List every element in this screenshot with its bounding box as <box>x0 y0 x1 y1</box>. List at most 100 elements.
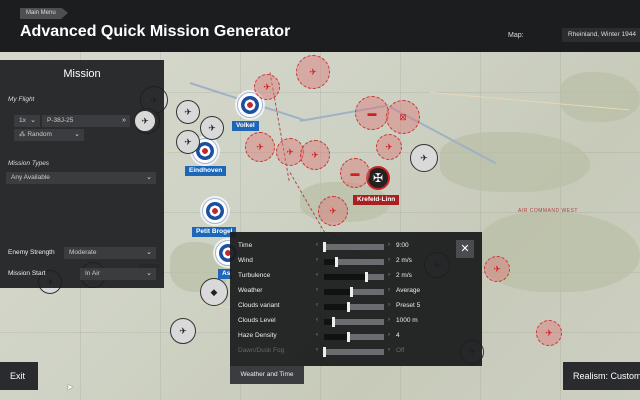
breadcrumb-main-menu[interactable]: Main Menu <box>20 8 68 19</box>
plane-icon: ✈ <box>311 149 319 160</box>
weather-row-value: 4 <box>396 332 400 339</box>
chevron-down-icon: ⌄ <box>146 249 152 256</box>
unit-marker[interactable]: ◆ <box>200 278 228 306</box>
enemy-zone-marker[interactable]: ▬ <box>355 96 389 130</box>
loadout-select[interactable]: ⁂ Random ⌄ <box>14 129 84 141</box>
mission-panel-title: Mission <box>63 68 101 80</box>
chevron-left-icon[interactable]: ‹ <box>316 302 318 308</box>
flight-count-value: 1x <box>19 117 26 124</box>
weather-slider-knob[interactable] <box>335 257 338 267</box>
weather-slider-knob[interactable] <box>347 332 350 342</box>
weather-slider-knob[interactable] <box>323 347 326 357</box>
unit-marker[interactable]: ✈ <box>200 116 224 140</box>
mission-types-value: Any Available <box>11 174 50 181</box>
plane-icon: ✈ <box>208 122 216 133</box>
map-label: Map: <box>508 32 524 39</box>
weather-slider-fill <box>324 289 351 295</box>
weather-slider[interactable] <box>324 287 384 297</box>
plane-group-icon: ✈ <box>263 81 271 92</box>
unit-marker[interactable]: ✈ <box>176 100 200 124</box>
weather-slider[interactable] <box>323 242 384 252</box>
weather-row: Wind ‹ › 2 m/s <box>238 255 474 268</box>
airfield-eindhoven-label[interactable]: Eindhoven <box>185 166 227 176</box>
weather-slider[interactable] <box>324 317 384 327</box>
chevron-down-icon: ⌄ <box>146 270 152 277</box>
header-bar: Main Menu Advanced Quick Mission Generat… <box>0 0 640 52</box>
weather-row-label: Time <box>238 242 253 249</box>
weather-slider-knob[interactable] <box>332 317 335 327</box>
exit-button[interactable]: Exit <box>0 362 38 390</box>
chevron-down-icon: ⌄ <box>146 174 152 181</box>
weather-panel: ✕ Time ‹ › 9:00 Wind ‹ › 2 m/s Turbulence ‹ › 2 m/s… <box>230 232 482 366</box>
realism-button[interactable]: Realism: Custom <box>563 362 640 390</box>
weather-row-label: Dawn/Dusk Fog <box>238 347 285 354</box>
chevron-right-icon[interactable]: › <box>388 347 390 353</box>
plane-icon: ✈ <box>141 115 149 126</box>
chevron-right-icon[interactable]: › <box>388 302 390 308</box>
weather-and-time-tab[interactable]: Weather and Time <box>230 366 304 384</box>
chevron-left-icon[interactable]: ‹ <box>316 287 318 293</box>
chevron-left-icon[interactable]: ‹ <box>316 347 318 353</box>
enemy-zone-marker[interactable]: ✈ <box>300 140 330 170</box>
weather-row: Haze Density ‹ › 4 <box>238 330 474 343</box>
mission-start-select[interactable]: In Air ⌄ <box>80 268 156 280</box>
chevron-left-icon[interactable]: ‹ <box>316 257 318 263</box>
weather-slider-knob[interactable] <box>323 242 326 252</box>
plane-icon: ✈ <box>420 152 428 163</box>
weather-row: Clouds Level ‹ › 1000 m <box>238 315 474 328</box>
weather-row: Weather ‹ › Average <box>238 285 474 298</box>
weather-slider[interactable] <box>324 257 384 267</box>
weather-row-label: Clouds Level <box>238 317 276 324</box>
flight-count-select[interactable]: 1x ⌄ <box>14 115 40 127</box>
map-select[interactable]: Rheinland, Winter 1944 <box>562 28 640 42</box>
mission-start-label: Mission Start <box>8 270 46 277</box>
enemy-zone-marker[interactable]: ✈ <box>536 320 562 346</box>
chevron-right-icon[interactable]: › <box>388 317 390 323</box>
vehicle-icon: ▬ <box>367 108 377 118</box>
chevron-left-icon[interactable]: ‹ <box>316 317 318 323</box>
unit-marker[interactable]: ✈ <box>170 318 196 344</box>
weather-slider[interactable] <box>323 347 384 357</box>
unit-marker[interactable]: ✈ <box>176 130 200 154</box>
chevron-right-icon[interactable]: › <box>388 257 390 263</box>
plane-icon: ✈ <box>329 205 337 216</box>
target-icon: ⊠ <box>399 111 407 122</box>
enemy-zone-marker[interactable]: ⊠ <box>386 100 420 134</box>
target-krefeld-linn-label[interactable]: Krefeld-Linn <box>353 195 400 205</box>
mission-types-select[interactable]: Any Available ⌄ <box>6 172 156 184</box>
chevron-right-icon[interactable]: › <box>388 332 390 338</box>
chevron-right-icon[interactable]: › <box>388 242 390 248</box>
weather-slider[interactable] <box>324 302 384 312</box>
enemy-strength-value: Moderate <box>69 249 97 256</box>
chevron-left-icon[interactable]: ‹ <box>316 272 318 278</box>
chevron-right-icon[interactable]: › <box>388 287 390 293</box>
enemy-zone-marker[interactable]: ✈ <box>254 74 280 100</box>
vehicle-icon: ▬ <box>350 168 360 178</box>
chevron-down-icon: ⌄ <box>74 131 80 138</box>
weather-slider-knob[interactable] <box>350 287 353 297</box>
weather-row-value: 9:00 <box>396 242 409 249</box>
enemy-zone-marker[interactable]: ✈ <box>484 256 510 282</box>
weather-row-value: 2 m/s <box>396 257 412 264</box>
weather-slider-fill <box>324 334 348 340</box>
chevron-left-icon[interactable]: ‹ <box>316 242 318 248</box>
enemy-strength-select[interactable]: Moderate ⌄ <box>64 247 156 259</box>
enemy-zone-marker[interactable]: ✈ <box>376 134 402 160</box>
aircraft-select[interactable]: P-38J-25 » <box>42 115 130 127</box>
chevron-right-icon[interactable]: › <box>388 272 390 278</box>
enemy-zone-marker[interactable]: ✈ <box>245 132 275 162</box>
airfield-volkel-label[interactable]: Volkel <box>232 121 259 131</box>
enemy-zone-marker[interactable]: ✈ <box>296 55 330 89</box>
weather-row: Time ‹ › 9:00 <box>238 240 474 253</box>
weather-slider[interactable] <box>324 272 384 282</box>
chevron-left-icon[interactable]: ‹ <box>316 332 318 338</box>
plane-icon: ✈ <box>385 141 393 152</box>
unit-marker[interactable]: ✈ <box>410 144 438 172</box>
enemy-zone-marker[interactable]: ▬ <box>340 158 370 188</box>
enemy-zone-marker[interactable]: ✈ <box>318 196 348 226</box>
weather-slider-knob[interactable] <box>347 302 350 312</box>
weather-slider-knob[interactable] <box>365 272 368 282</box>
airfield-petit-brogel-marker[interactable] <box>202 198 228 224</box>
weather-slider[interactable] <box>324 332 384 342</box>
aircraft-preview-icon[interactable]: ✈ <box>134 110 156 132</box>
